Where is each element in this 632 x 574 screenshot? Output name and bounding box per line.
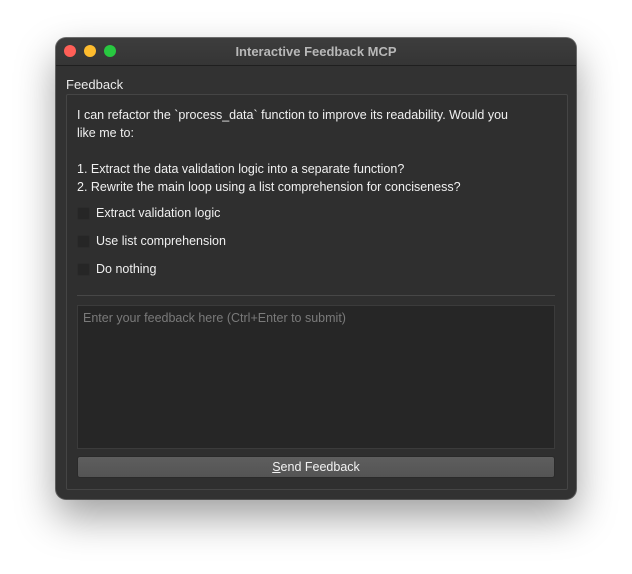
prompt-line: I can refactor the `process_data` functi… — [77, 108, 508, 122]
prompt-line: 1. Extract the data validation logic int… — [77, 162, 405, 176]
prompt-line: like me to: — [77, 126, 134, 140]
window-title: Interactive Feedback MCP — [235, 44, 397, 59]
app-window: Interactive Feedback MCP Feedback I can … — [56, 38, 576, 499]
option-do-nothing[interactable]: Do nothing — [77, 260, 156, 278]
send-button-mnemonic: S — [272, 460, 281, 474]
option-label: Do nothing — [96, 262, 157, 276]
checkbox[interactable] — [77, 234, 90, 248]
prompt-line: 2. Rewrite the main loop using a list co… — [77, 180, 461, 194]
feedback-group-label: Feedback — [66, 77, 124, 92]
send-button-label: end Feedback — [280, 460, 360, 474]
option-extract-validation[interactable]: Extract validation logic — [77, 204, 220, 222]
checkbox[interactable] — [77, 206, 90, 220]
option-list-comprehension[interactable]: Use list comprehension — [77, 232, 226, 250]
prompt-message: I can refactor the `process_data` functi… — [77, 106, 561, 196]
feedback-text-input[interactable]: Enter your feedback here (Ctrl+Enter to … — [77, 305, 555, 449]
send-feedback-button[interactable]: Send Feedback — [77, 456, 555, 478]
divider — [77, 295, 555, 296]
title-bar[interactable]: Interactive Feedback MCP — [56, 38, 576, 66]
option-label: Extract validation logic — [96, 206, 221, 220]
feedback-placeholder: Enter your feedback here (Ctrl+Enter to … — [83, 311, 346, 325]
checkbox[interactable] — [77, 262, 90, 276]
option-label: Use list comprehension — [96, 234, 226, 248]
